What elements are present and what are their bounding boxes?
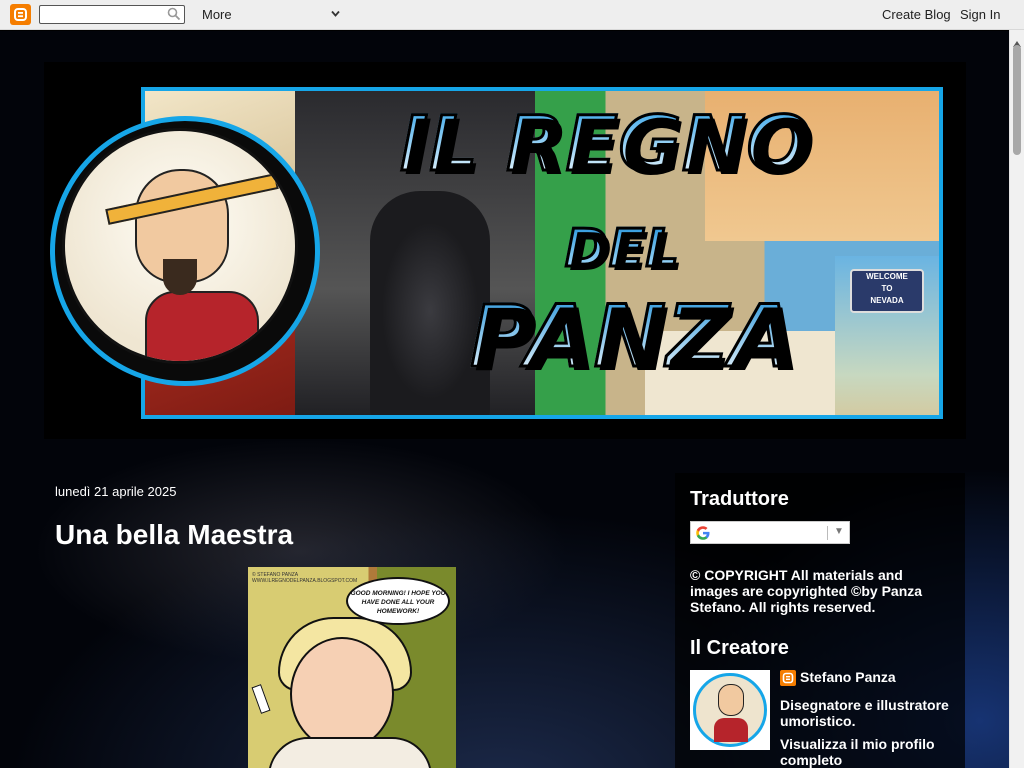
sign-line: NEVADA: [870, 296, 904, 305]
post-title[interactable]: Una bella Maestra: [55, 519, 293, 551]
nevada-sign: WELCOME TO NEVADA: [850, 269, 924, 313]
dropdown-arrow-icon[interactable]: ▼: [834, 526, 844, 537]
author-description: Disegnatore e illustratore umoristico.: [780, 697, 949, 729]
avatar-shirt: [145, 291, 259, 361]
post-image[interactable]: © STEFANO PANZA WWW.ILREGNODELPANZA.BLOG…: [248, 567, 456, 768]
google-icon: [695, 525, 711, 546]
avatar-head: [718, 684, 744, 716]
google-translate-select[interactable]: ▼: [690, 521, 850, 544]
create-blog-link[interactable]: Create Blog: [882, 7, 951, 22]
artist-avatar: [62, 128, 298, 364]
blogger-profile-icon: [780, 670, 796, 686]
author-avatar[interactable]: [690, 670, 770, 750]
page-scrollbar[interactable]: [1009, 30, 1024, 768]
banner-title-line3: PANZA: [469, 286, 799, 389]
blogger-logo-icon[interactable]: [10, 4, 31, 25]
search-box: [39, 5, 185, 24]
teacher-face: [290, 637, 394, 751]
speech-bubble: GOOD MORNING! I HOPE YOU HAVE DONE ALL Y…: [346, 577, 450, 625]
sign-line: WELCOME: [866, 272, 908, 281]
copyright-notice: © COPYRIGHT All materials and images are…: [690, 567, 923, 615]
creator-heading: Il Creatore: [690, 637, 789, 659]
search-input[interactable]: [43, 6, 167, 23]
teacher-dress: [268, 737, 432, 768]
chevron-down-icon[interactable]: [330, 7, 341, 22]
view-profile-link[interactable]: Visualizza il mio profilo completo: [780, 736, 950, 768]
sign-line: TO: [881, 284, 893, 293]
search-icon[interactable]: [167, 7, 181, 24]
select-divider: [827, 526, 828, 540]
more-menu-button[interactable]: More: [202, 7, 232, 22]
sign-in-link[interactable]: Sign In: [960, 7, 1000, 22]
avatar-beard: [163, 259, 197, 295]
banner-title-line1: IL REGNO: [398, 98, 813, 190]
post-date: lunedì 21 aprile 2025: [55, 484, 177, 499]
author-name-link[interactable]: Stefano Panza: [800, 669, 896, 685]
image-credit: © STEFANO PANZA WWW.ILREGNODELPANZA.BLOG…: [252, 572, 358, 584]
translator-heading: Traduttore: [690, 488, 789, 510]
banner-title-line2: DEL: [564, 218, 681, 281]
chalk-icon: [251, 684, 271, 714]
scrollbar-thumb[interactable]: [1013, 45, 1021, 155]
avatar-shirt: [714, 718, 748, 742]
blogger-navbar: More Create Blog Sign In: [0, 0, 1024, 30]
